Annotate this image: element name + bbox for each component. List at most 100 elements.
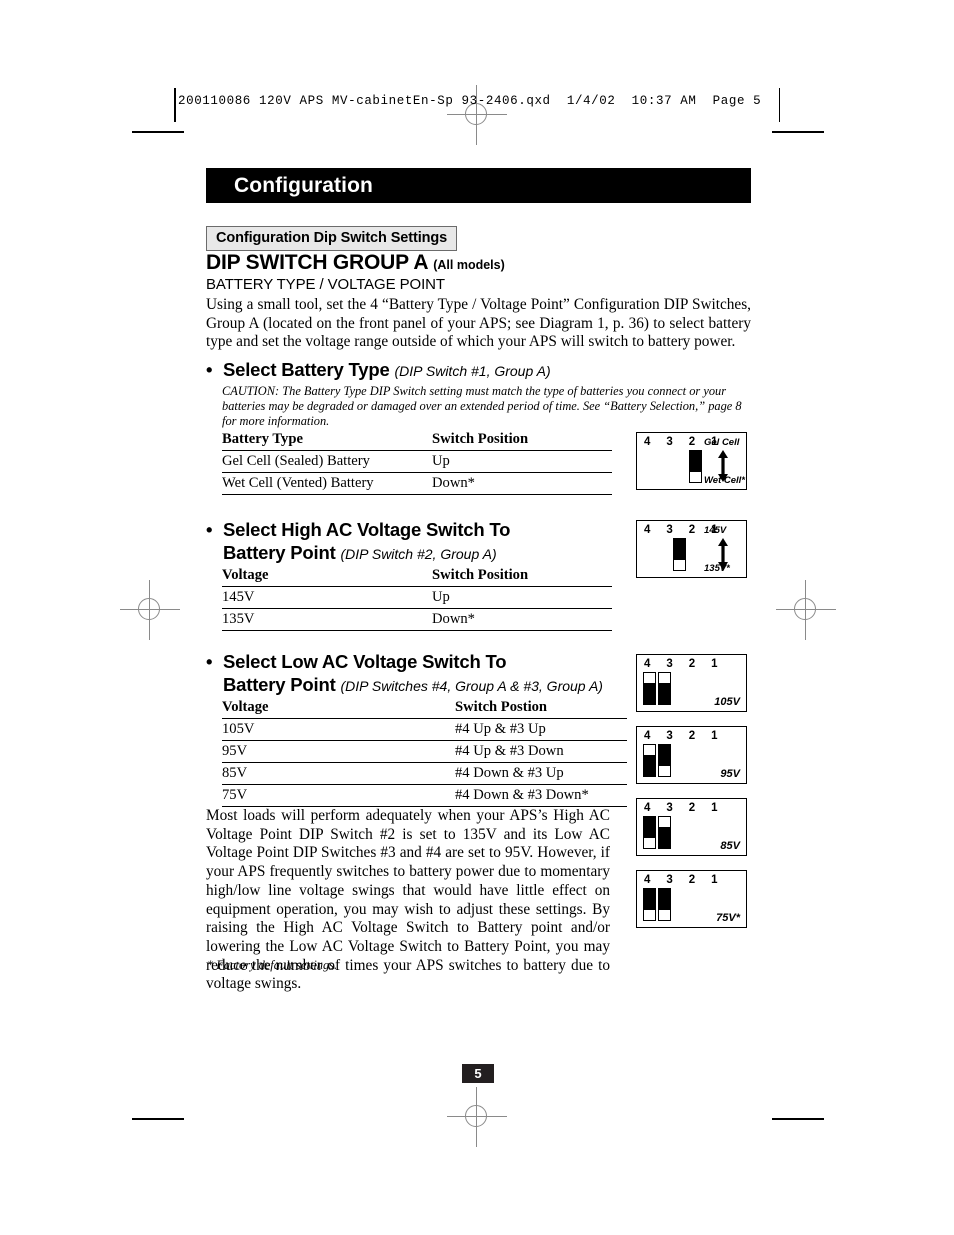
dip-switch-lever-3: [658, 672, 671, 705]
dip-diagram-low-ac-105v: 4 3 2 1 105V: [636, 654, 747, 712]
table-header-row: Voltage Switch Position: [222, 566, 612, 587]
cell-voltage: 135V: [222, 608, 432, 631]
cell-switch-position: #4 Down & #3 Up: [455, 762, 627, 785]
registration-mark-bottom: [447, 1087, 507, 1147]
table-header-row: Voltage Switch Postion: [222, 698, 627, 719]
dip-diagram-low-ac-85v: 4 3 2 1 85V: [636, 798, 747, 856]
dip-diagram-high-ac-voltage: 4 3 2 1 145V 135V*: [636, 520, 747, 578]
footnote-factory-default: * Factory default settings.: [207, 958, 338, 972]
cell-voltage: 95V: [222, 740, 455, 763]
crop-mark-top-left: [132, 131, 184, 133]
prepress-slug-line: 200110086 120V APS MV-cabinetEn-Sp 93-24…: [174, 88, 780, 122]
cell-switch-position: #4 Up & #3 Up: [455, 718, 627, 741]
dip-label-bottom: 135V*: [704, 563, 730, 574]
cell-switch-position: Down*: [432, 472, 612, 495]
slug-rule-left: [174, 88, 176, 122]
column-header-voltage: Voltage: [222, 698, 455, 719]
dip-switch-lever-4: [643, 888, 656, 921]
dip-label-voltage: 85V: [720, 840, 740, 852]
group-title-text: DIP SWITCH GROUP A: [206, 251, 428, 274]
bullet-heading-qualifier: (DIP Switch #2, Group A): [340, 546, 497, 562]
table-row: 135V Down*: [222, 608, 612, 631]
dip-switch-lever-3: [658, 744, 671, 777]
dip-switch-numbers: 4 3 2 1: [644, 874, 724, 886]
table-row: 75V #4 Down & #3 Down*: [222, 784, 627, 807]
table-row: 85V #4 Down & #3 Up: [222, 762, 627, 785]
dip-switch-lever-4: [643, 744, 656, 777]
dip-diagram-low-ac-95v: 4 3 2 1 95V: [636, 726, 747, 784]
dip-switch-group-title: DIP SWITCH GROUP A (All models): [206, 251, 505, 275]
column-header-battery-type: Battery Type: [222, 430, 432, 451]
dip-switch-lever-2: [673, 538, 686, 571]
table-header-row: Battery Type Switch Position: [222, 430, 612, 451]
bullet-heading-line2: Battery Point: [223, 542, 336, 563]
page-number: 5: [462, 1064, 494, 1083]
cell-voltage: 75V: [222, 784, 455, 807]
column-header-switch-position: Switch Position: [432, 566, 612, 587]
dip-switch-numbers: 4 3 2 1: [644, 802, 724, 814]
table-row: Gel Cell (Sealed) Battery Up: [222, 450, 612, 473]
dip-label-voltage: 75V*: [716, 912, 740, 924]
bullet-dot-icon: •: [206, 651, 213, 672]
cell-switch-position: Up: [432, 450, 612, 473]
cell-switch-position: #4 Up & #3 Down: [455, 740, 627, 763]
dip-switch-numbers: 4 3 2 1: [644, 658, 724, 670]
bullet-heading-low-ac-voltage: • Select Low AC Voltage Switch To Battery…: [206, 650, 603, 698]
cell-switch-position: #4 Down & #3 Down*: [455, 784, 627, 807]
dip-label-bottom: Wet Cell*: [704, 475, 746, 486]
cell-battery-type: Wet Cell (Vented) Battery: [222, 472, 432, 495]
table-row: Wet Cell (Vented) Battery Down*: [222, 472, 612, 495]
cell-battery-type: Gel Cell (Sealed) Battery: [222, 450, 432, 473]
dip-switch-lever-4: [643, 816, 656, 849]
dip-label-top: 145V: [704, 525, 727, 536]
dip-label-voltage: 105V: [714, 696, 740, 708]
table-row: 145V Up: [222, 586, 612, 609]
group-subtitle: BATTERY TYPE / VOLTAGE POINT: [206, 276, 445, 293]
cell-voltage: 105V: [222, 718, 455, 741]
slug-text: 200110086 120V APS MV-cabinetEn-Sp 93-24…: [178, 94, 762, 108]
caution-note-battery-type: CAUTION: The Battery Type DIP Switch set…: [222, 384, 742, 429]
bullet-heading-text: Select Battery Type: [223, 359, 390, 380]
column-header-switch-position: Switch Position: [432, 430, 612, 451]
column-header-voltage: Voltage: [222, 566, 432, 587]
registration-mark-right: [776, 580, 836, 640]
high-ac-voltage-table: Voltage Switch Position 145V Up 135V Dow…: [222, 566, 612, 631]
dip-switch-lever-3: [658, 816, 671, 849]
crop-mark-bottom-right: [772, 1118, 824, 1120]
bullet-heading-line1: Select Low AC Voltage Switch To: [223, 651, 507, 672]
dip-diagram-battery-type: 4 3 2 1 Gel Cell Wet Cell*: [636, 432, 747, 490]
table-row: 95V #4 Up & #3 Down: [222, 740, 627, 763]
bullet-dot-icon: •: [206, 359, 213, 380]
slug-rule-right: [778, 88, 780, 122]
chapter-title: Configuration: [234, 174, 373, 197]
dip-switch-numbers: 4 3 2 1: [644, 730, 724, 742]
section-subheader: Configuration Dip Switch Settings: [206, 226, 458, 251]
bullet-heading-line2: Battery Point: [223, 674, 336, 695]
group-intro-paragraph: Using a small tool, set the 4 “Battery T…: [206, 296, 751, 351]
cell-switch-position: Up: [432, 586, 612, 609]
low-ac-voltage-table: Voltage Switch Postion 105V #4 Up & #3 U…: [222, 698, 627, 807]
crop-mark-top-right: [772, 131, 824, 133]
dip-diagram-low-ac-75v: 4 3 2 1 75V*: [636, 870, 747, 928]
registration-mark-left: [120, 580, 180, 640]
dip-switch-lever-1: [689, 450, 702, 483]
column-header-switch-position: Switch Postion: [455, 698, 627, 719]
bullet-heading-qualifier: (DIP Switch #1, Group A): [394, 363, 551, 379]
dip-switch-lever-4: [643, 672, 656, 705]
group-title-qualifier: (All models): [433, 258, 505, 272]
chapter-title-bar: Configuration: [206, 168, 751, 203]
dip-switch-lever-3: [658, 888, 671, 921]
table-row: 105V #4 Up & #3 Up: [222, 718, 627, 741]
bullet-heading-line1: Select High AC Voltage Switch To: [223, 519, 511, 540]
cell-switch-position: Down*: [432, 608, 612, 631]
battery-type-table: Battery Type Switch Position Gel Cell (S…: [222, 430, 612, 495]
bullet-dot-icon: •: [206, 519, 213, 540]
dip-label-top: Gel Cell: [704, 437, 740, 448]
cell-voltage: 85V: [222, 762, 455, 785]
bullet-heading-high-ac-voltage: • Select High AC Voltage Switch To Batter…: [206, 518, 510, 566]
dip-label-voltage: 95V: [720, 768, 740, 780]
cell-voltage: 145V: [222, 586, 432, 609]
bullet-heading-battery-type: • Select Battery Type (DIP Switch #1, Gro…: [206, 358, 551, 383]
crop-mark-bottom-left: [132, 1118, 184, 1120]
bullet-heading-qualifier: (DIP Switches #4, Group A & #3, Group A): [340, 678, 603, 694]
